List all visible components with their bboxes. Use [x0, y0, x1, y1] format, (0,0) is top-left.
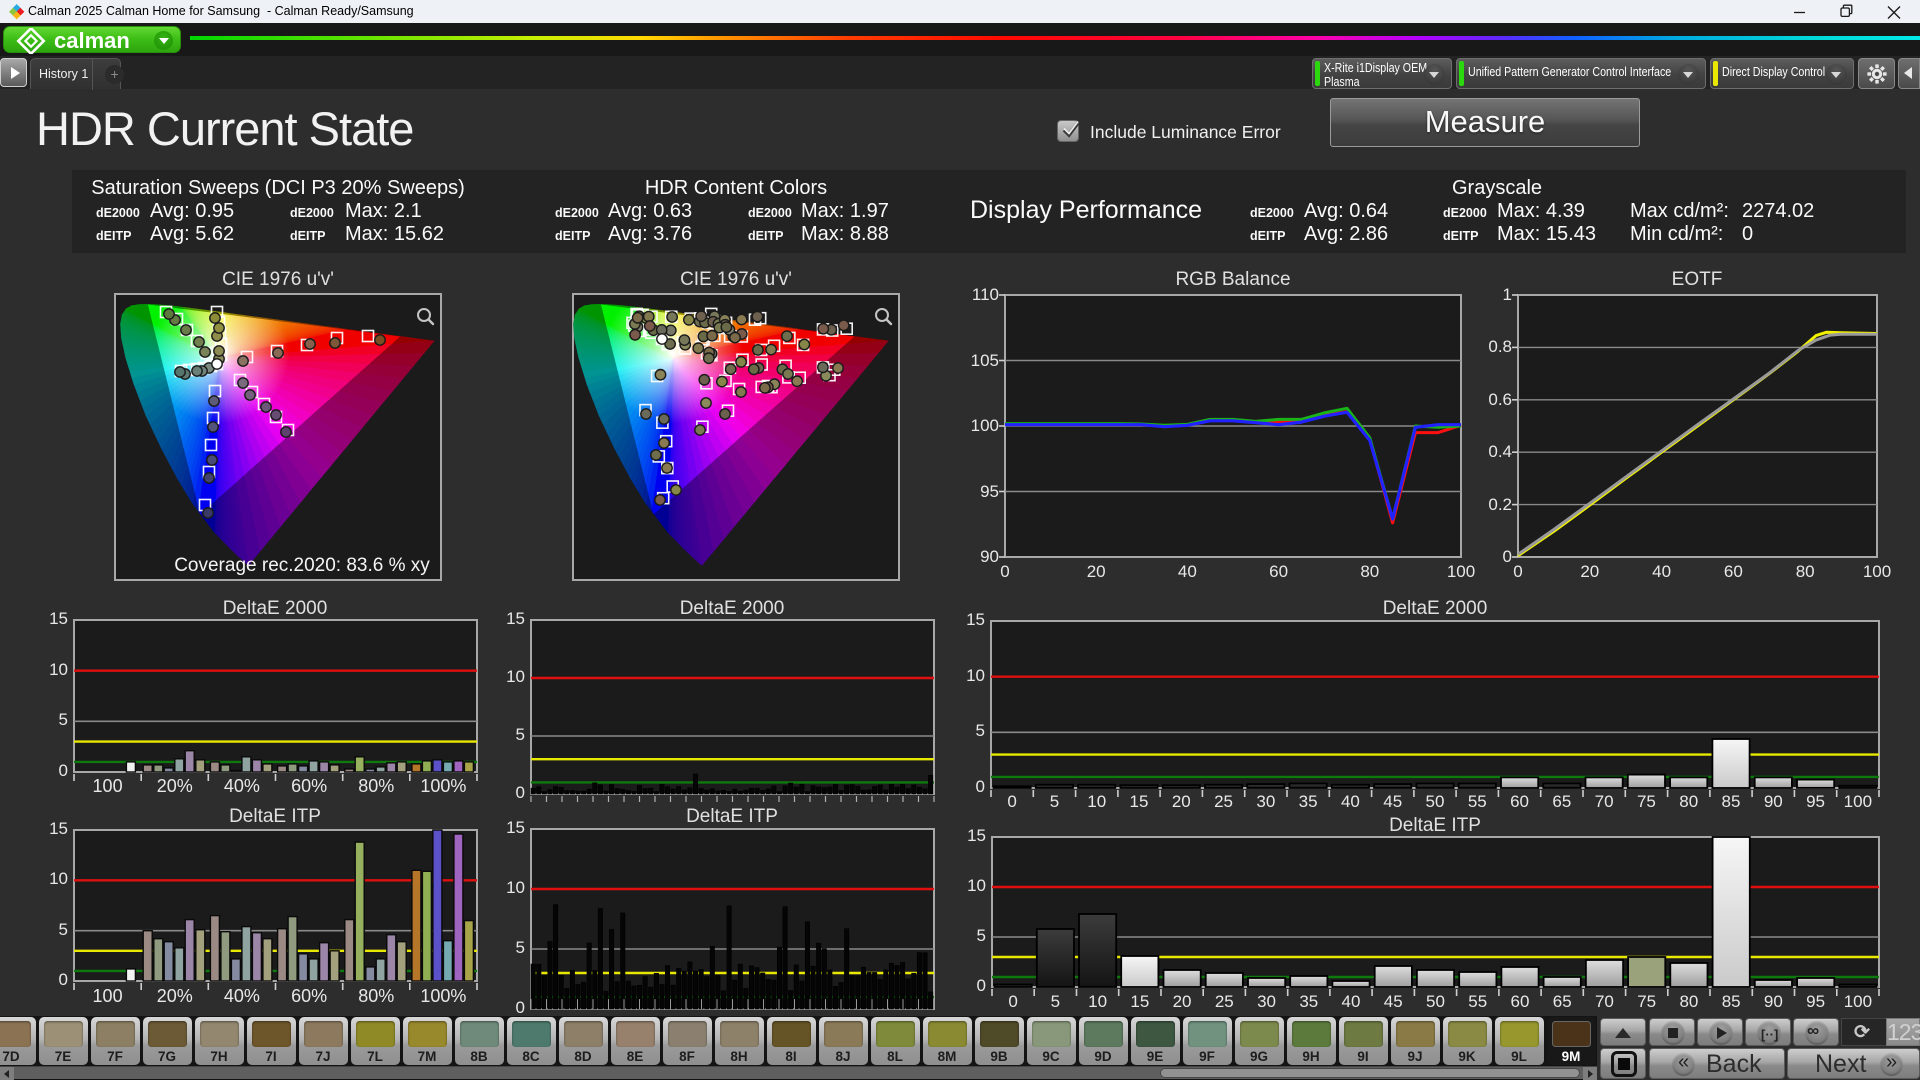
svg-text:Coverage rec.2020: 83.6 % xy: Coverage rec.2020: 83.6 % xy	[174, 555, 430, 576]
